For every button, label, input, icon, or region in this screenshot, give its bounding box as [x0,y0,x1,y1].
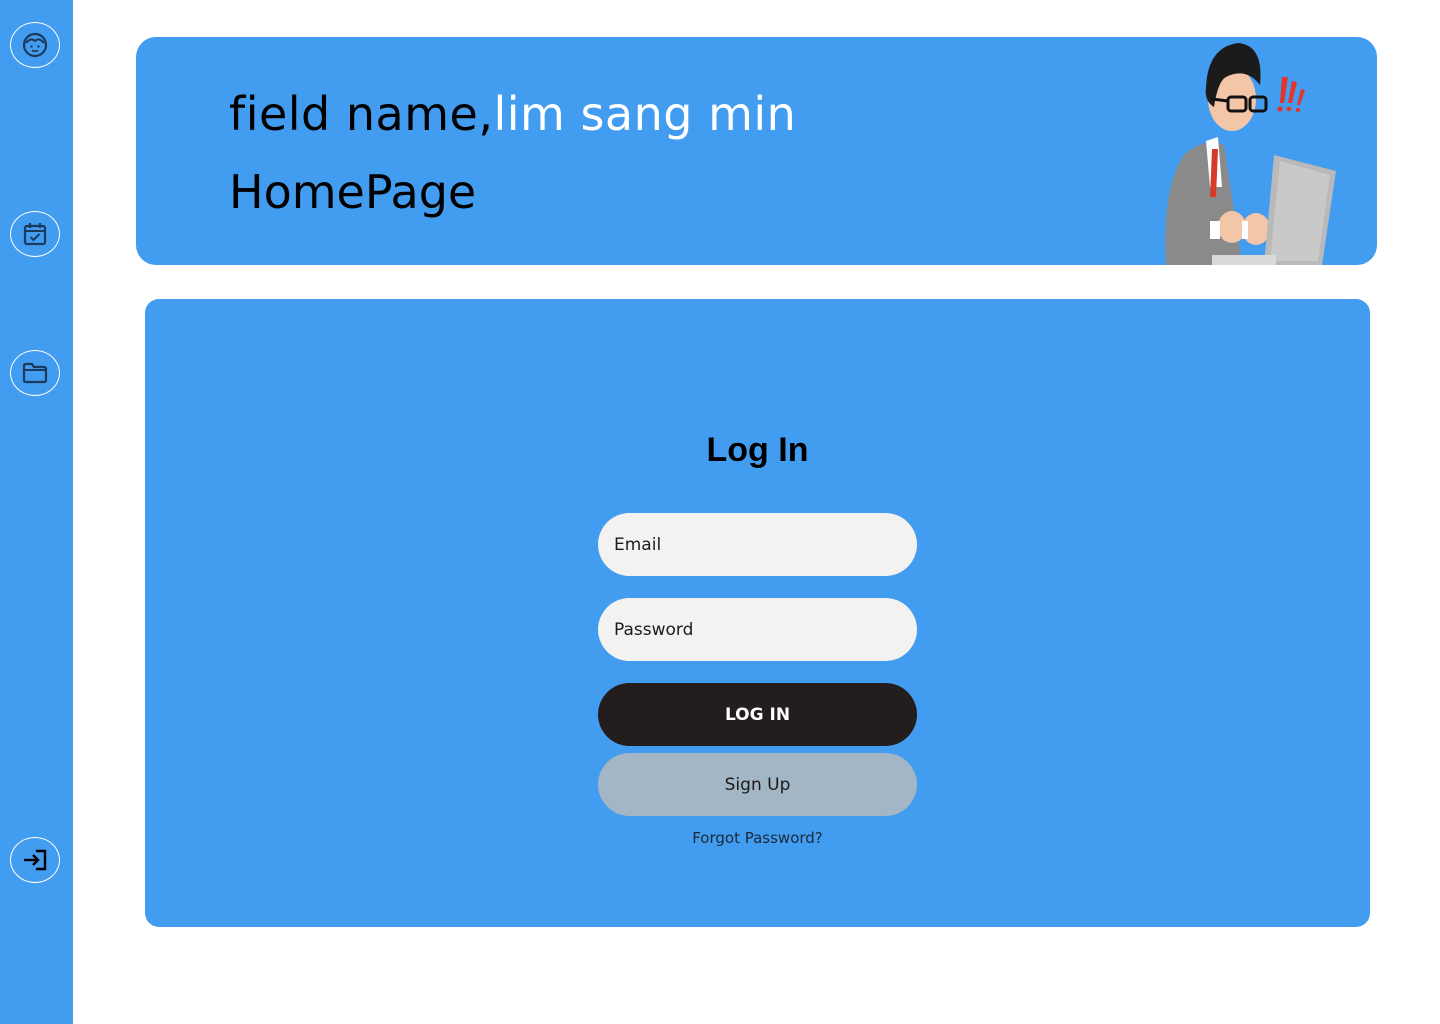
signup-button[interactable]: Sign Up [598,753,917,816]
email-field[interactable] [598,513,917,576]
greeting: field name,lim sang min [229,87,796,141]
greeting-prefix: field name, [229,87,494,141]
login-icon [24,849,47,871]
office-worker-illustration [1165,43,1336,265]
sidebar-item-calendar[interactable] [10,211,60,257]
page-title: HomePage [229,165,477,219]
header-banner: field name,lim sang min HomePage [136,37,1377,265]
sidebar-item-folder[interactable] [10,350,60,396]
login-title: Log In [706,431,809,469]
password-field[interactable] [598,598,917,661]
login-button[interactable]: LOG IN [598,683,917,746]
calendar-check-icon [23,223,47,246]
forgot-password-link[interactable]: Forgot Password? [598,829,917,847]
sidebar-item-login[interactable] [10,837,60,883]
login-panel: Log In LOG IN Sign Up Forgot Password? [145,299,1370,927]
sidebar [0,0,73,1024]
folder-icon [22,362,48,384]
user-name: lim sang min [493,87,797,141]
sidebar-item-profile[interactable] [10,22,60,68]
face-icon [22,32,48,58]
